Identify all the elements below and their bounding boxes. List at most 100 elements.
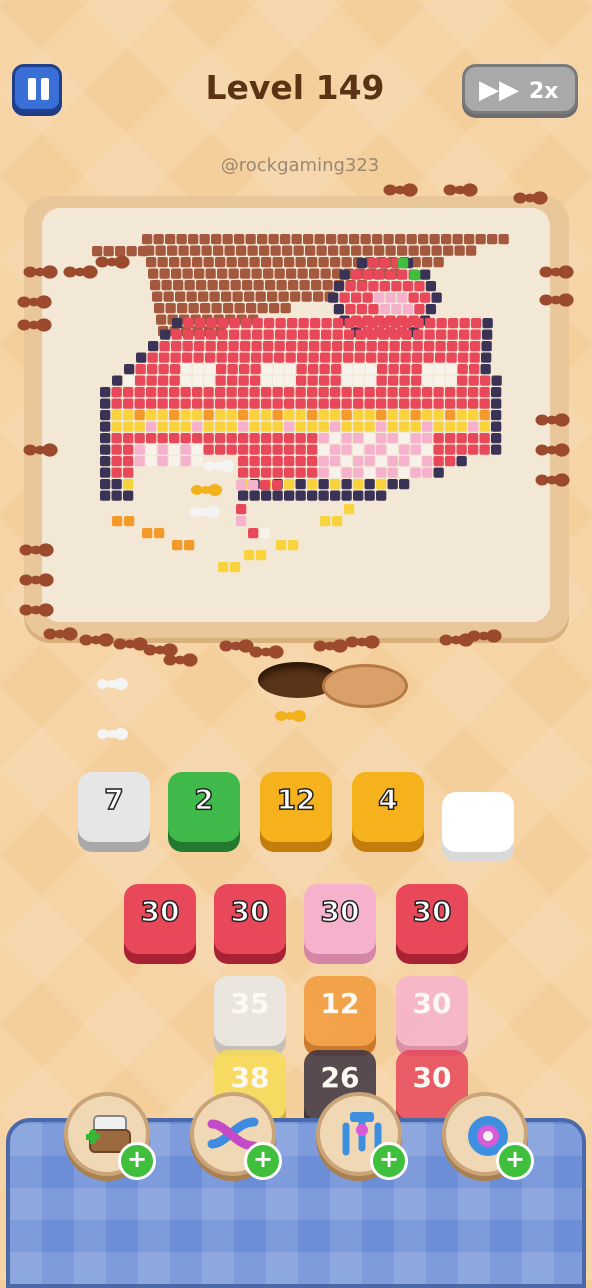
pixel [433,444,444,455]
pixel [413,318,424,329]
pixel [176,234,187,245]
pixel [307,467,318,478]
pixel [111,398,122,409]
ant [539,265,574,279]
pixel [192,387,203,398]
pixel [422,433,433,444]
pixel [364,433,375,444]
pixel [376,490,387,501]
pixel [181,375,192,386]
pixel [422,410,433,421]
pixel [213,245,224,256]
shuffle-powerup-button[interactable]: + [190,1092,282,1180]
pixel [123,490,134,501]
pixel [456,398,467,409]
pixel [226,433,237,444]
pixel [188,234,199,245]
pixel [284,456,295,467]
pixel [498,234,509,245]
queue-tile[interactable]: 30 [396,884,468,954]
pixel [420,292,431,303]
pixel [297,341,308,352]
pixel [275,318,286,329]
pixel [135,364,146,375]
add-slot-powerup-button[interactable]: + [64,1092,156,1180]
slot-2[interactable]: 2 [168,772,240,842]
pixel [216,364,227,375]
slot-5-empty[interactable] [442,792,514,852]
queue-tile[interactable]: 30 [124,884,196,954]
pixel [223,303,234,314]
pixel [298,318,309,329]
pixel [397,245,408,256]
pixel [364,421,375,432]
pixel [399,456,410,467]
pixel [343,352,354,363]
pixel [194,329,205,340]
pixel [307,421,318,432]
pixel [224,245,235,256]
tile-value: 30 [412,894,452,929]
pixel [261,467,272,478]
pixel [264,318,275,329]
pixel [270,245,281,256]
queue-tile[interactable]: 30 [304,884,376,954]
pixel [169,375,180,386]
pixel [175,291,186,302]
pixel [226,387,237,398]
pixel [272,480,283,491]
pixel [172,540,183,551]
pixel [249,433,260,444]
donut-powerup-button[interactable]: + [442,1092,534,1180]
pixel [454,245,465,256]
pixel [354,364,365,375]
pixel [399,421,410,432]
pixel [395,234,406,245]
pixel [468,444,479,455]
pixel [190,245,201,256]
pixel [238,375,249,386]
pixel [100,444,111,455]
pixel [366,341,377,352]
plus-icon: + [496,1142,534,1180]
pixel [433,398,444,409]
pixel [445,410,456,421]
pixel [469,364,480,375]
magnet-claw-powerup-button[interactable]: + [316,1092,408,1180]
slot-3[interactable]: 12 [260,772,332,842]
pixel [267,291,278,302]
slot-4-value: 4 [378,782,399,817]
pixel [134,433,145,444]
pixel [159,352,170,363]
queue-tile[interactable]: 30 [214,884,286,954]
pixel [111,479,122,490]
pixel [318,433,329,444]
pixel [236,516,247,527]
pixel [284,375,295,386]
pixel [387,479,398,490]
pixel [284,433,295,444]
pixel [446,352,457,363]
pixel [249,387,260,398]
pixel [479,433,490,444]
pixel [244,550,255,561]
ant [79,633,114,647]
ant [345,635,380,649]
hole-lid [322,664,408,708]
pixel [464,234,475,245]
pixel [181,364,192,375]
pixel [256,550,267,561]
pixel [157,444,168,455]
pixel [410,433,421,444]
pixel [257,234,268,245]
pixel [146,421,157,432]
pixel [491,375,502,386]
pixel [192,410,203,421]
pixel [244,291,255,302]
slot-4[interactable]: 4 [352,772,424,842]
slot-1[interactable]: 7 [78,772,150,842]
pixel [341,433,352,444]
pixel [193,352,204,363]
pixel [445,444,456,455]
pixel [389,352,400,363]
